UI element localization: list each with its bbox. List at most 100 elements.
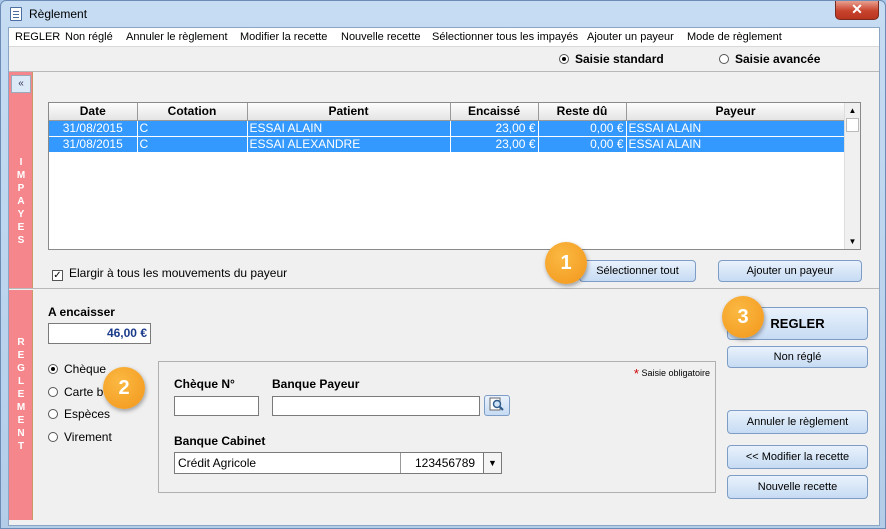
- checkbox-check-icon: ✓: [52, 270, 63, 281]
- cell-patient: ESSAI ALEXANDRE: [247, 136, 451, 153]
- menu-item-add-payer[interactable]: Ajouter un payeur: [587, 31, 674, 43]
- side-label-letter: E: [17, 415, 25, 426]
- close-button[interactable]: ✕: [835, 1, 879, 20]
- side-label-letter: N: [17, 428, 25, 439]
- side-label-letter: E: [17, 389, 25, 400]
- cell-date: 31/08/2015: [49, 120, 138, 137]
- column-header-reste-du[interactable]: Reste dû: [538, 103, 627, 121]
- cell-reste-du: 0,00 €: [538, 120, 627, 137]
- reglement-side-label: REGLEMENT: [9, 336, 33, 453]
- radio-label: Saisie standard: [575, 52, 664, 66]
- radio-dot-icon: [719, 54, 729, 64]
- side-label-letter: R: [17, 337, 25, 348]
- dropdown-arrow-icon[interactable]: ▼: [483, 453, 501, 473]
- amount-label: A encaisser: [48, 305, 115, 319]
- document-icon: [10, 7, 22, 21]
- menu-item-select-all[interactable]: Sélectionner tous les impayés: [432, 31, 578, 43]
- menu-item-mode[interactable]: Mode de règlement: [687, 31, 782, 43]
- reglement-side-bar: REGLEMENT: [9, 290, 33, 520]
- column-header-date[interactable]: Date: [49, 103, 138, 121]
- radio-dot-icon: [48, 387, 58, 397]
- search-icon: [489, 397, 504, 411]
- application-window: Règlement ✕ REGLER Non réglé Annuler le …: [0, 0, 886, 529]
- method-label: Chèque: [64, 362, 107, 376]
- cabinet-bank-label: Banque Cabinet: [174, 434, 266, 448]
- menu-item-regler[interactable]: REGLER: [15, 31, 60, 43]
- side-label-letter: G: [17, 363, 25, 374]
- cell-patient: ESSAI ALAIN: [247, 120, 451, 137]
- amount-field[interactable]: 46,00 €: [48, 323, 151, 344]
- nouvelle-recette-button[interactable]: Nouvelle recette: [727, 475, 868, 499]
- table-row[interactable]: 31/08/2015 C ESSAI ALAIN 23,00 € 0,00 € …: [49, 120, 846, 137]
- select-divider: [400, 453, 401, 473]
- bank-payer-input[interactable]: [272, 396, 480, 416]
- menu-item-nouvelle[interactable]: Nouvelle recette: [341, 31, 421, 43]
- cell-encaisse: 23,00 €: [450, 120, 539, 137]
- cell-encaisse: 23,00 €: [450, 136, 539, 153]
- radio-dot-icon: [48, 364, 58, 374]
- required-note-text: Saisie obligatoire: [641, 368, 710, 378]
- extend-checkbox[interactable]: ✓ Elargir à tous les mouvements du payeur: [52, 266, 287, 281]
- column-header-cotation[interactable]: Cotation: [137, 103, 248, 121]
- cell-date: 31/08/2015: [49, 136, 138, 153]
- grid-scrollbar[interactable]: ▲ ▼: [844, 103, 860, 249]
- method-carte[interactable]: Carte b: [48, 385, 103, 399]
- side-label-letter: E: [17, 222, 25, 233]
- scroll-down-icon[interactable]: ▼: [846, 235, 859, 248]
- cell-payeur: ESSAI ALAIN: [626, 120, 846, 137]
- add-payer-button[interactable]: Ajouter un payeur: [718, 260, 862, 282]
- side-label-letter: M: [16, 170, 26, 181]
- side-label-letter: T: [17, 441, 25, 452]
- callout-badge-1: 1: [545, 242, 587, 284]
- side-label-letter: L: [17, 376, 25, 387]
- radio-dot-icon: [48, 409, 58, 419]
- cell-cotation: C: [137, 120, 248, 137]
- method-label: Carte b: [64, 385, 104, 399]
- scroll-up-icon[interactable]: ▲: [846, 104, 859, 117]
- column-header-encaisse[interactable]: Encaissé: [450, 103, 539, 121]
- cheque-number-input[interactable]: [174, 396, 259, 416]
- menu-item-non-regle[interactable]: Non réglé: [65, 31, 113, 43]
- side-label-letter: I: [19, 157, 23, 168]
- menu-item-annuler[interactable]: Annuler le règlement: [126, 31, 228, 43]
- cabinet-bank-select[interactable]: Crédit Agricole 123456789 ▼: [174, 452, 502, 474]
- impayes-section: « IMPAYES Date Cotation Patient Encaissé…: [9, 71, 879, 289]
- non-regle-button[interactable]: Non réglé: [727, 346, 868, 368]
- side-label-letter: Y: [17, 209, 25, 220]
- cell-payeur: ESSAI ALAIN: [626, 136, 846, 153]
- side-label-letter: M: [16, 402, 26, 413]
- radio-dot-icon: [48, 432, 58, 442]
- method-especes[interactable]: Espèces: [48, 407, 110, 421]
- modifier-recette-button[interactable]: << Modifier la recette: [727, 445, 868, 469]
- cell-reste-du: 0,00 €: [538, 136, 627, 153]
- side-label-letter: E: [17, 350, 25, 361]
- column-header-payeur[interactable]: Payeur: [626, 103, 846, 121]
- search-bank-button[interactable]: [484, 395, 510, 416]
- radio-saisie-avancee[interactable]: Saisie avancée: [719, 52, 820, 66]
- method-label: Espèces: [64, 407, 111, 421]
- cabinet-account: 123456789: [415, 456, 476, 470]
- scroll-thumb[interactable]: [846, 118, 859, 132]
- collapse-icon[interactable]: «: [11, 75, 31, 93]
- client-area: REGLER Non réglé Annuler le règlement Mo…: [8, 27, 880, 526]
- impayes-side-label: IMPAYES: [9, 156, 33, 247]
- window-title: Règlement: [29, 7, 88, 21]
- method-cheque[interactable]: Chèque: [48, 362, 106, 376]
- table-row[interactable]: 31/08/2015 C ESSAI ALEXANDRE 23,00 € 0,0…: [49, 136, 846, 153]
- callout-badge-2: 2: [103, 367, 145, 409]
- method-virement[interactable]: Virement: [48, 430, 112, 444]
- side-label-letter: A: [17, 196, 25, 207]
- select-all-button[interactable]: Sélectionner tout: [579, 260, 696, 282]
- callout-badge-3: 3: [722, 296, 764, 338]
- title-bar[interactable]: Règlement ✕: [1, 1, 885, 27]
- annuler-reglement-button[interactable]: Annuler le règlement: [727, 410, 868, 434]
- required-note: * Saisie obligatoire: [634, 366, 710, 381]
- cell-cotation: C: [137, 136, 248, 153]
- side-label-letter: P: [17, 183, 25, 194]
- method-label: Virement: [64, 430, 112, 444]
- extend-label: Elargir à tous les mouvements du payeur: [69, 266, 288, 280]
- radio-saisie-standard[interactable]: Saisie standard: [559, 52, 664, 66]
- impayes-grid[interactable]: Date Cotation Patient Encaissé Reste dû …: [48, 102, 861, 250]
- menu-item-modifier[interactable]: Modifier la recette: [240, 31, 327, 43]
- column-header-patient[interactable]: Patient: [247, 103, 451, 121]
